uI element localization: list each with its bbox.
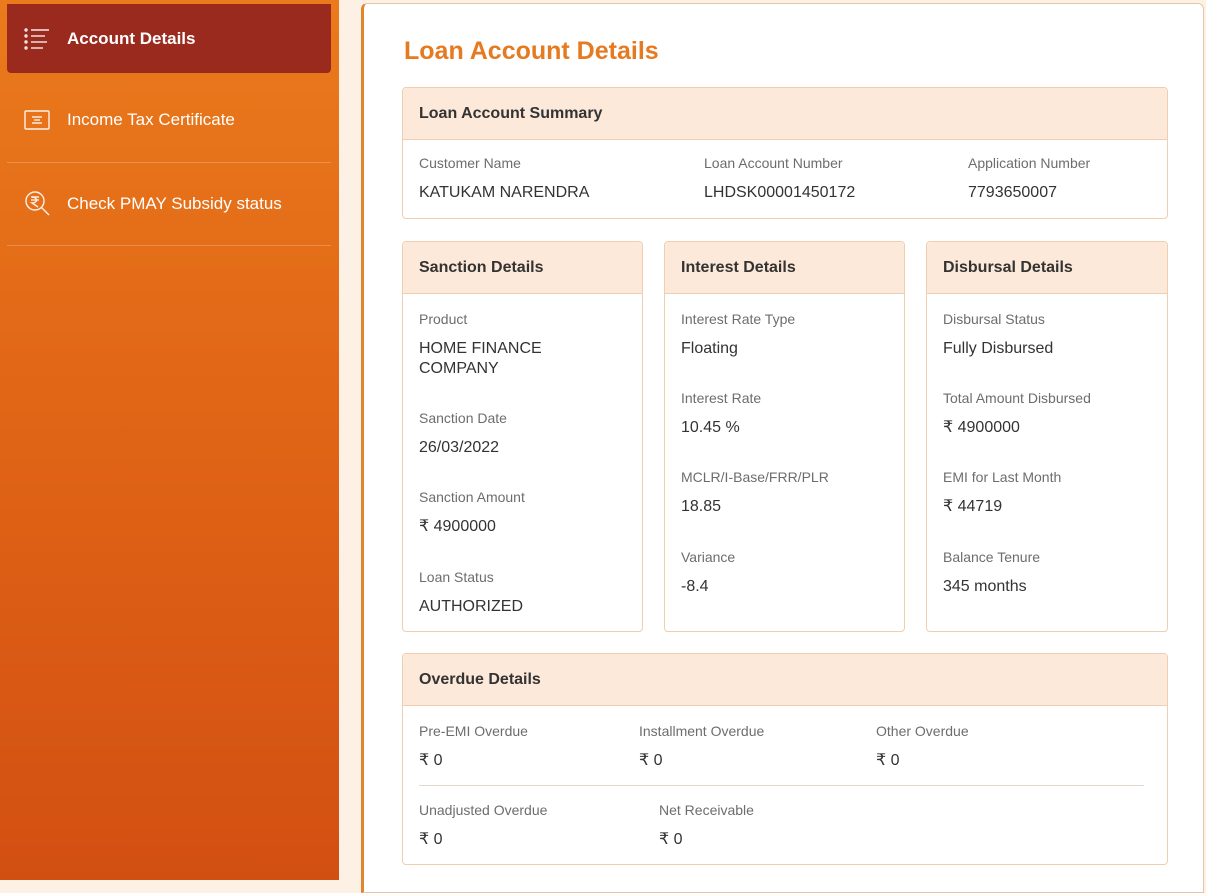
field-label: Installment Overdue <box>639 723 765 739</box>
field-label: Loan Status <box>419 569 494 585</box>
field-label: Variance <box>681 549 736 565</box>
loan-status-value: AUTHORIZED <box>419 598 523 615</box>
disbursal-details-card: Disbursal Details Disbursal Status Fully… <box>926 241 1168 632</box>
field-label: Disbursal Status <box>943 311 1045 327</box>
balance-tenure-value: 345 months <box>943 578 1027 595</box>
sanction-amount-field: Sanction Amount ₹ 4900000 <box>419 489 525 537</box>
field-label: Sanction Amount <box>419 489 525 505</box>
pre-emi-overdue-field: Pre-EMI Overdue ₹ 0 <box>419 723 528 771</box>
card-title: Interest Details <box>665 242 904 294</box>
sidebar-item-account-details[interactable]: Account Details <box>7 4 331 73</box>
sanction-date-value: 26/03/2022 <box>419 439 500 456</box>
rupee-search-icon <box>23 190 51 218</box>
divider <box>419 785 1144 786</box>
content-gutter <box>339 0 361 880</box>
sidebar: Account Details Income Tax Certificate C… <box>0 0 339 880</box>
certificate-icon <box>23 106 51 134</box>
application-number-field: Application Number 7793650007 <box>968 155 1090 203</box>
card-title: Overdue Details <box>403 654 1167 706</box>
installment-overdue-field: Installment Overdue ₹ 0 <box>639 723 764 771</box>
sanction-amount-value: ₹ 4900000 <box>419 518 496 535</box>
installment-overdue-value: ₹ 0 <box>639 752 663 769</box>
sidebar-item-label: Income Tax Certificate <box>67 110 235 129</box>
interest-rate-value: 10.45 % <box>681 419 740 436</box>
disbursal-status-value: Fully Disbursed <box>943 340 1054 357</box>
product-field: Product HOME FINANCE COMPANY <box>419 311 619 379</box>
net-receivable-value: ₹ 0 <box>659 831 683 848</box>
interest-rate-type-value: Floating <box>681 340 738 357</box>
field-label: EMI for Last Month <box>943 469 1062 485</box>
field-label: Product <box>419 311 468 327</box>
field-label: Other Overdue <box>876 723 969 739</box>
list-icon <box>23 25 51 53</box>
interest-rate-type-field: Interest Rate Type Floating <box>681 311 795 359</box>
other-overdue-field: Other Overdue ₹ 0 <box>876 723 969 771</box>
emi-last-month-field: EMI for Last Month ₹ 44719 <box>943 469 1061 517</box>
field-label: Loan Account Number <box>704 155 843 171</box>
mclr-field: MCLR/I-Base/FRR/PLR 18.85 <box>681 469 829 517</box>
other-overdue-value: ₹ 0 <box>876 752 900 769</box>
pre-emi-overdue-value: ₹ 0 <box>419 752 443 769</box>
loan-account-number-field: Loan Account Number LHDSK00001450172 <box>704 155 855 203</box>
balance-tenure-field: Balance Tenure 345 months <box>943 549 1040 597</box>
total-disbursed-field: Total Amount Disbursed ₹ 4900000 <box>943 390 1091 438</box>
mclr-value: 18.85 <box>681 498 722 515</box>
variance-field: Variance -8.4 <box>681 549 735 597</box>
loan-summary-card: Loan Account Summary Customer Name KATUK… <box>402 87 1168 219</box>
loan-status-field: Loan Status AUTHORIZED <box>419 569 523 617</box>
field-label: Customer Name <box>419 155 521 171</box>
card-title: Loan Account Summary <box>403 88 1167 140</box>
field-label: Unadjusted Overdue <box>419 802 548 818</box>
interest-rate-field: Interest Rate 10.45 % <box>681 390 761 438</box>
emi-last-month-value: ₹ 44719 <box>943 498 1003 515</box>
field-label: Application Number <box>968 155 1091 171</box>
card-title: Sanction Details <box>403 242 642 294</box>
sanction-details-card: Sanction Details Product HOME FINANCE CO… <box>402 241 643 632</box>
application-number-value: 7793650007 <box>968 184 1057 201</box>
sidebar-item-label: Account Details <box>67 28 196 48</box>
customer-name-value: KATUKAM NARENDRA <box>419 184 590 201</box>
field-label: Interest Rate <box>681 390 762 406</box>
card-title: Disbursal Details <box>927 242 1167 294</box>
sidebar-item-income-tax-certificate[interactable]: Income Tax Certificate <box>7 78 331 163</box>
field-label: Balance Tenure <box>943 549 1041 565</box>
main-panel: Loan Account Details Loan Account Summar… <box>361 3 1204 893</box>
unadjusted-overdue-field: Unadjusted Overdue ₹ 0 <box>419 802 547 850</box>
sanction-date-field: Sanction Date 26/03/2022 <box>419 410 507 458</box>
total-disbursed-value: ₹ 4900000 <box>943 419 1020 436</box>
page-title: Loan Account Details <box>404 37 659 65</box>
interest-details-card: Interest Details Interest Rate Type Floa… <box>664 241 905 632</box>
unadjusted-overdue-value: ₹ 0 <box>419 831 443 848</box>
disbursal-status-field: Disbursal Status Fully Disbursed <box>943 311 1053 359</box>
field-label: Sanction Date <box>419 410 507 426</box>
field-label: Interest Rate Type <box>681 311 796 327</box>
field-label: Total Amount Disbursed <box>943 390 1091 406</box>
field-label: Net Receivable <box>659 802 754 818</box>
loan-account-number-value: LHDSK00001450172 <box>704 184 856 201</box>
product-value: HOME FINANCE COMPANY <box>419 340 542 377</box>
variance-value: -8.4 <box>681 578 709 595</box>
sidebar-item-pmay-subsidy[interactable]: Check PMAY Subsidy status <box>7 162 331 246</box>
customer-name-field: Customer Name KATUKAM NARENDRA <box>419 155 589 203</box>
overdue-details-card: Overdue Details Pre-EMI Overdue ₹ 0 Inst… <box>402 653 1168 865</box>
sidebar-item-label: Check PMAY Subsidy status <box>67 193 282 213</box>
field-label: Pre-EMI Overdue <box>419 723 528 739</box>
field-label: MCLR/I-Base/FRR/PLR <box>681 469 829 485</box>
net-receivable-field: Net Receivable ₹ 0 <box>659 802 754 850</box>
